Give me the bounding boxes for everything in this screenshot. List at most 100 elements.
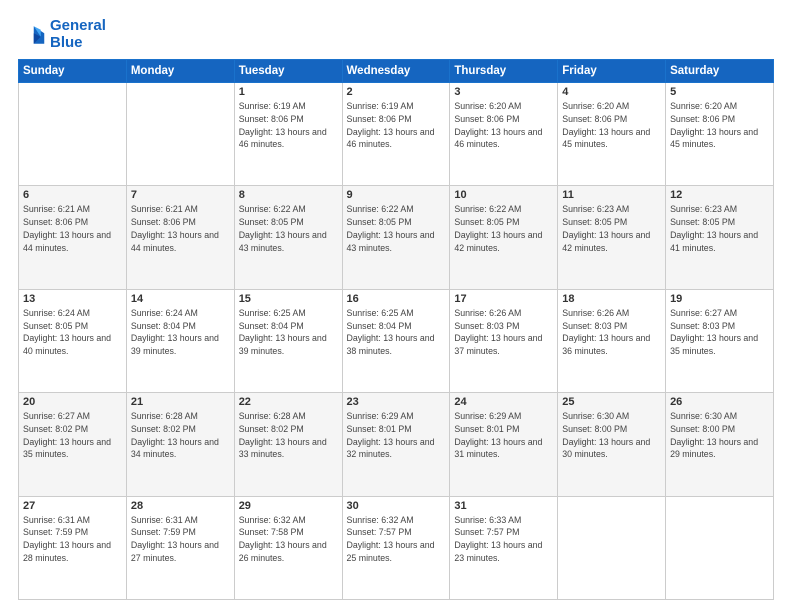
sunrise-text: Sunrise: 6:31 AM <box>131 515 198 525</box>
weekday-header-friday: Friday <box>558 60 666 83</box>
sunset-text: Sunset: 8:04 PM <box>239 321 304 331</box>
daylight-text: Daylight: 13 hours and 34 minutes. <box>131 437 219 460</box>
empty-cell <box>126 83 234 186</box>
daylight-text: Daylight: 13 hours and 46 minutes. <box>347 127 435 150</box>
day-number: 9 <box>347 189 446 201</box>
day-number: 19 <box>670 293 769 305</box>
sunrise-text: Sunrise: 6:32 AM <box>347 515 414 525</box>
day-number: 3 <box>454 86 553 98</box>
sunset-text: Sunset: 8:05 PM <box>23 321 88 331</box>
day-number: 13 <box>23 293 122 305</box>
day-number: 4 <box>562 86 661 98</box>
weekday-header-tuesday: Tuesday <box>234 60 342 83</box>
day-number: 5 <box>670 86 769 98</box>
sunrise-text: Sunrise: 6:24 AM <box>23 308 90 318</box>
daylight-text: Daylight: 13 hours and 42 minutes. <box>562 230 650 253</box>
sunset-text: Sunset: 8:02 PM <box>239 424 304 434</box>
sunrise-text: Sunrise: 6:30 AM <box>562 411 629 421</box>
day-number: 11 <box>562 189 661 201</box>
calendar-day-21: 21Sunrise: 6:28 AMSunset: 8:02 PMDayligh… <box>126 393 234 496</box>
day-number: 2 <box>347 86 446 98</box>
daylight-text: Daylight: 13 hours and 32 minutes. <box>347 437 435 460</box>
sunrise-text: Sunrise: 6:21 AM <box>131 204 198 214</box>
calendar-day-19: 19 Sunrise: 6:27 AMSunset: 8:03 PMDayligh… <box>666 289 774 392</box>
daylight-text: Daylight: 13 hours and 46 minutes. <box>454 127 542 150</box>
day-number: 24 <box>454 396 553 408</box>
calendar-day-2: 2Sunrise: 6:19 AMSunset: 8:06 PMDaylight… <box>342 83 450 186</box>
day-info: Sunrise: 6:20 AMSunset: 8:06 PMDaylight:… <box>670 100 769 151</box>
logo-icon <box>18 21 46 49</box>
calendar-day-23: 23 Sunrise: 6:29 AMSunset: 8:01 PMDayligh… <box>342 393 450 496</box>
sunset-text: Sunset: 7:58 PM <box>239 527 304 537</box>
sunrise-text: Sunrise: 6:27 AM <box>23 411 90 421</box>
daylight-text: Daylight: 13 hours and 30 minutes. <box>562 437 650 460</box>
day-number: 20 <box>23 396 122 408</box>
day-number: 23 <box>347 396 446 408</box>
daylight-text: Daylight: 13 hours and 36 minutes. <box>562 333 650 356</box>
sunrise-text: Sunrise: 6:28 AM <box>131 411 198 421</box>
sunset-text: Sunset: 8:06 PM <box>562 114 627 124</box>
day-number: 31 <box>454 500 553 512</box>
sunset-text: Sunset: 8:04 PM <box>347 321 412 331</box>
sunset-text: Sunset: 8:05 PM <box>239 217 304 227</box>
calendar-day-7: 7Sunrise: 6:21 AMSunset: 8:06 PMDaylight… <box>126 186 234 289</box>
day-number: 25 <box>562 396 661 408</box>
sunrise-text: Sunrise: 6:28 AM <box>239 411 306 421</box>
day-info: Sunrise: 6:33 AMSunset: 7:57 PMDaylight:… <box>454 514 553 565</box>
day-info: Sunrise: 6:20 AMSunset: 8:06 PMDaylight:… <box>562 100 661 151</box>
day-number: 7 <box>131 189 230 201</box>
weekday-header-sunday: Sunday <box>19 60 127 83</box>
sunset-text: Sunset: 8:03 PM <box>670 321 735 331</box>
day-number: 26 <box>670 396 769 408</box>
day-number: 28 <box>131 500 230 512</box>
day-info: Sunrise: 6:25 AMSunset: 8:04 PMDaylight:… <box>239 307 338 358</box>
daylight-text: Daylight: 13 hours and 27 minutes. <box>131 540 219 563</box>
calendar-day-3: 3Sunrise: 6:20 AMSunset: 8:06 PMDaylight… <box>450 83 558 186</box>
day-number: 10 <box>454 189 553 201</box>
daylight-text: Daylight: 13 hours and 31 minutes. <box>454 437 542 460</box>
calendar-week-row: 13 Sunrise: 6:24 AM Sunset: 8:05 PM Dayligh… <box>19 289 774 392</box>
day-number: 16 <box>347 293 446 305</box>
calendar-day-11: 11 Sunrise: 6:23 AM Sunset: 8:05 PM Dayligh… <box>558 186 666 289</box>
daylight-text: Daylight: 13 hours and 25 minutes. <box>347 540 435 563</box>
sunset-text: Sunset: 8:05 PM <box>562 217 627 227</box>
sunset-text: Sunset: 8:06 PM <box>347 114 412 124</box>
sunrise-text: Sunrise: 6:29 AM <box>454 411 521 421</box>
day-info: Sunrise: 6:29 AMSunset: 8:01 PMDaylight:… <box>454 410 553 461</box>
empty-cell <box>19 83 127 186</box>
daylight-text: Daylight: 13 hours and 28 minutes. <box>23 540 111 563</box>
day-info: Sunrise: 6:32 AM Sunset: 7:57 PM Daylight:… <box>347 514 446 565</box>
sunset-text: Sunset: 8:05 PM <box>670 217 735 227</box>
sunset-text: Sunset: 8:01 PM <box>347 424 412 434</box>
sunrise-text: Sunrise: 6:23 AM <box>670 204 737 214</box>
sunrise-text: Sunrise: 6:26 AM <box>562 308 629 318</box>
day-info: Sunrise: 6:25 AMSunset: 8:04 PMDaylight:… <box>347 307 446 358</box>
weekday-header-monday: Monday <box>126 60 234 83</box>
daylight-text: Daylight: 13 hours and 45 minutes. <box>670 127 758 150</box>
calendar-day-27: 27Sunrise: 6:31 AMSunset: 7:59 PMDayligh… <box>19 496 127 599</box>
day-info: Sunrise: 6:21 AM Sunset: 8:06 PM Daylight:… <box>23 203 122 254</box>
daylight-text: Daylight: 13 hours and 29 minutes. <box>670 437 758 460</box>
sunrise-text: Sunrise: 6:21 AM <box>23 204 90 214</box>
day-info: Sunrise: 6:28 AMSunset: 8:02 PMDaylight:… <box>239 410 338 461</box>
daylight-text: Daylight: 13 hours and 44 minutes. <box>23 230 111 253</box>
day-info: Sunrise: 6:29 AMSunset: 8:01 PMDaylight:… <box>347 410 446 461</box>
sunset-text: Sunset: 7:57 PM <box>347 527 412 537</box>
day-info: Sunrise: 6:27 AMSunset: 8:03 PMDaylight:… <box>670 307 769 358</box>
daylight-text: Daylight: 13 hours and 26 minutes. <box>239 540 327 563</box>
sunset-text: Sunset: 8:06 PM <box>23 217 88 227</box>
sunrise-text: Sunrise: 6:33 AM <box>454 515 521 525</box>
sunrise-text: Sunrise: 6:23 AM <box>562 204 629 214</box>
sunset-text: Sunset: 8:05 PM <box>347 217 412 227</box>
calendar-day-20: 20Sunrise: 6:27 AMSunset: 8:02 PMDayligh… <box>19 393 127 496</box>
daylight-text: Daylight: 13 hours and 23 minutes. <box>454 540 542 563</box>
calendar-day-28: 28Sunrise: 6:31 AMSunset: 7:59 PMDayligh… <box>126 496 234 599</box>
calendar-day-30: 30Sunrise: 6:32 AMSunset: 7:57 PMDayligh… <box>342 496 450 599</box>
calendar-day-12: 12Sunrise: 6:23 AMSunset: 8:05 PMDayligh… <box>666 186 774 289</box>
day-info: Sunrise: 6:22 AMSunset: 8:05 PMDaylight:… <box>454 203 553 254</box>
day-info: Sunrise: 6:24 AMSunset: 8:04 PMDaylight:… <box>131 307 230 358</box>
daylight-text: Daylight: 13 hours and 41 minutes. <box>670 230 758 253</box>
calendar-day-15: 15Sunrise: 6:25 AMSunset: 8:04 PMDayligh… <box>234 289 342 392</box>
sunrise-text: Sunrise: 6:31 AM <box>23 515 90 525</box>
sunset-text: Sunset: 8:05 PM <box>454 217 519 227</box>
